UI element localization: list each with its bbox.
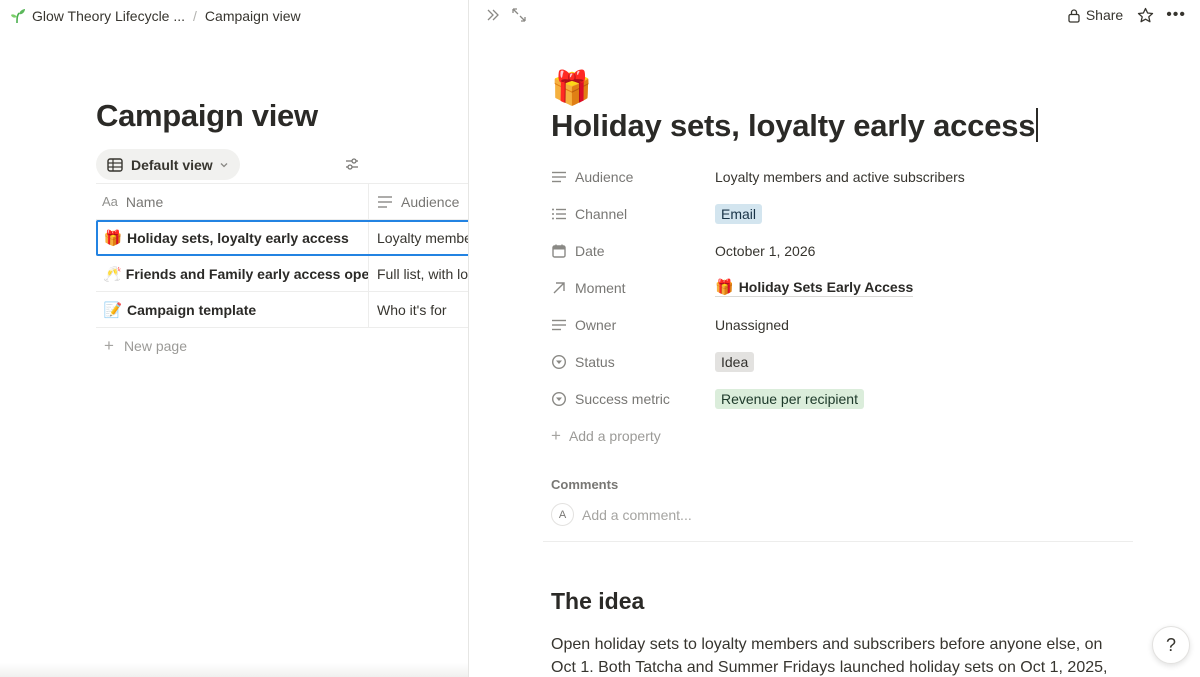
property-date[interactable]: Date October 1, 2026 <box>551 232 1151 269</box>
property-audience[interactable]: Audience Loyalty members and active subs… <box>551 158 1151 195</box>
collapse-icon[interactable] <box>485 7 501 23</box>
help-button[interactable]: ? <box>1152 626 1190 664</box>
new-page-button[interactable]: + New page <box>96 328 468 364</box>
add-property-label: Add a property <box>568 427 661 444</box>
table-header: Aa Name Audience <box>96 183 468 220</box>
side-peek-pane: Share ••• 🎁 Holiday sets, loyalty early … <box>468 0 1200 677</box>
property-owner[interactable]: Owner Unassigned <box>551 306 1151 343</box>
page-actions: Share ••• <box>1067 6 1186 24</box>
page-title: Campaign view <box>96 98 318 133</box>
plus-icon: + <box>104 336 114 355</box>
table-row[interactable]: 🎁 Holiday sets, loyalty early access Loy… <box>96 220 468 256</box>
star-icon[interactable] <box>1137 7 1154 24</box>
calendar-icon <box>552 244 566 258</box>
view-selector[interactable]: Default view <box>96 149 240 180</box>
property-value[interactable]: Loyalty members and active subscribers <box>715 169 965 185</box>
breadcrumb-page[interactable]: Campaign view <box>205 8 301 24</box>
table-row[interactable]: 🥂 Friends and Family early access opens … <box>96 256 468 292</box>
table-icon <box>107 157 123 172</box>
add-property-button[interactable]: + Add a property <box>551 417 1151 454</box>
body-paragraph[interactable]: Open holiday sets to loyalty members and… <box>551 633 1111 677</box>
status-tag[interactable]: Idea <box>715 351 755 372</box>
column-header-audience[interactable]: Audience <box>369 184 459 219</box>
avatar: A <box>551 503 574 526</box>
column-header-name[interactable]: Aa Name <box>96 184 369 219</box>
property-label: Date <box>575 242 605 259</box>
property-status[interactable]: Status Idea <box>551 343 1151 380</box>
row-audience-cell[interactable]: Loyalty membe <box>369 230 468 246</box>
view-selector-label: Default view <box>131 156 213 173</box>
property-value[interactable]: Unassigned <box>715 317 789 333</box>
property-label: Moment <box>575 279 626 296</box>
property-label: Owner <box>575 316 617 333</box>
breadcrumb-separator: / <box>193 8 197 24</box>
more-icon[interactable]: ••• <box>1166 6 1186 24</box>
property-value[interactable]: October 1, 2026 <box>715 243 815 259</box>
expand-icon[interactable] <box>511 7 527 23</box>
text-caret <box>1036 108 1038 142</box>
page-icon[interactable]: 🎁 <box>551 70 592 106</box>
gift-icon: 🎁 <box>103 229 123 247</box>
status-circle-icon <box>551 354 567 369</box>
new-page-label: New page <box>123 338 187 354</box>
text-lines-icon <box>378 195 392 208</box>
section-heading[interactable]: The idea <box>551 588 644 615</box>
gift-icon: 🎁 <box>715 279 734 296</box>
relation-label: Holiday Sets Early Access <box>738 279 914 295</box>
divider <box>543 541 1133 542</box>
channel-tag[interactable]: Email <box>715 203 763 224</box>
arrow-up-right-icon <box>553 281 565 293</box>
property-channel[interactable]: Channel Email <box>551 195 1151 232</box>
column-header-audience-label: Audience <box>401 193 460 210</box>
success-metric-tag[interactable]: Revenue per recipient <box>715 388 864 409</box>
breadcrumb-workspace[interactable]: Glow Theory Lifecycle ... <box>32 8 185 24</box>
share-label: Share <box>1085 7 1124 23</box>
help-icon: ? <box>1165 634 1176 655</box>
row-name-cell[interactable]: 🎁 Holiday sets, loyalty early access <box>96 220 369 255</box>
row-name: Friends and Family early access opens <box>125 265 369 282</box>
moment-relation-link[interactable]: 🎁 Holiday Sets Early Access <box>715 278 914 297</box>
comment-placeholder: Add a comment... <box>582 506 692 523</box>
bottom-fade <box>0 663 468 677</box>
row-name-cell[interactable]: 📝 Campaign template <box>96 292 369 327</box>
text-lines-icon <box>552 319 566 330</box>
peek-controls <box>485 7 527 23</box>
memo-icon: 📝 <box>103 301 123 319</box>
share-button[interactable]: Share <box>1067 7 1123 23</box>
status-circle-icon <box>551 391 567 406</box>
database-table: Aa Name Audience 🎁 Holiday sets, loyalty… <box>96 183 468 364</box>
doc-title[interactable]: Holiday sets, loyalty early access <box>551 108 1038 144</box>
property-label: Success metric <box>575 390 670 407</box>
row-name: Campaign template <box>127 301 257 318</box>
property-label: Status <box>575 353 615 370</box>
column-header-name-label: Name <box>125 193 164 210</box>
row-audience-cell[interactable]: Full list, with lo <box>369 266 468 282</box>
database-pane: Glow Theory Lifecycle ... / Campaign vie… <box>0 0 468 677</box>
properties-list: Audience Loyalty members and active subs… <box>551 158 1151 454</box>
chevron-down-icon <box>220 162 228 167</box>
property-moment[interactable]: Moment 🎁 Holiday Sets Early Access <box>551 269 1151 306</box>
comments-heading: Comments <box>551 477 619 492</box>
text-type-icon: Aa <box>102 194 118 209</box>
plus-icon: + <box>551 425 561 445</box>
lock-icon <box>1068 8 1080 23</box>
breadcrumb: Glow Theory Lifecycle ... / Campaign vie… <box>0 0 301 32</box>
row-name-cell[interactable]: 🥂 Friends and Family early access opens <box>96 256 369 291</box>
champagne-icon: 🥂 <box>103 265 122 283</box>
filter-sliders-icon[interactable] <box>344 156 360 172</box>
property-success-metric[interactable]: Success metric Revenue per recipient <box>551 380 1151 417</box>
doc-title-text: Holiday sets, loyalty early access <box>551 108 1036 143</box>
comment-input[interactable]: A Add a comment... <box>551 503 692 526</box>
sprout-icon <box>11 9 25 24</box>
text-lines-icon <box>552 171 566 182</box>
property-label: Audience <box>575 168 634 185</box>
property-label: Channel <box>575 205 628 222</box>
row-name: Holiday sets, loyalty early access <box>127 229 349 246</box>
list-icon <box>552 208 566 219</box>
table-row[interactable]: 📝 Campaign template Who it's for <box>96 292 468 328</box>
row-audience-cell[interactable]: Who it's for <box>369 302 468 318</box>
